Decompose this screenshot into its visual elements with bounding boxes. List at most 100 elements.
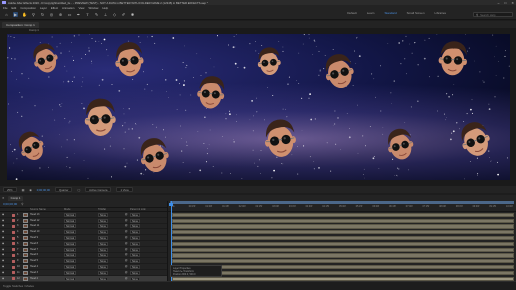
comp-breadcrumb[interactable]: Comp 1 [26, 28, 42, 33]
pick-whip-icon[interactable]: @ [125, 236, 128, 239]
blend-mode-dropdown[interactable]: Normal [64, 224, 77, 229]
parent-dropdown[interactable]: None [130, 241, 140, 246]
layer-duration-bar[interactable] [172, 264, 514, 270]
track-matte-dropdown[interactable]: None [98, 276, 108, 281]
composition-canvas[interactable] [7, 34, 510, 180]
blend-mode-dropdown[interactable]: Normal [64, 235, 77, 240]
layer-name[interactable]: Head 4 [30, 265, 38, 268]
track-matte-dropdown[interactable]: None [98, 264, 108, 269]
track-matte-dropdown[interactable]: None [98, 218, 108, 223]
blend-mode-dropdown[interactable]: Normal [64, 212, 77, 217]
rectangle-tool-icon[interactable]: ▭ [67, 12, 72, 17]
visibility-eye-icon[interactable]: ◉ [2, 242, 4, 245]
layer-duration-bar[interactable] [172, 253, 514, 258]
visibility-eye-icon[interactable]: ◉ [2, 236, 4, 239]
blend-mode-dropdown[interactable]: Normal [64, 241, 77, 246]
hand-tool-icon[interactable]: ✋ [22, 12, 27, 17]
track-matte-dropdown[interactable]: None [98, 212, 108, 217]
resolution-dropdown[interactable]: Quarter [54, 187, 73, 192]
label-color-swatch[interactable] [12, 271, 15, 275]
menu-view[interactable]: View [78, 6, 84, 10]
parent-dropdown[interactable]: None [130, 270, 140, 275]
header-parent[interactable]: Parent & Link [130, 208, 146, 211]
selection-tool-icon[interactable]: ▶ [13, 12, 18, 17]
pick-whip-icon[interactable]: @ [125, 224, 128, 227]
visibility-eye-icon[interactable]: ◉ [2, 253, 4, 256]
parent-dropdown[interactable]: None [130, 276, 140, 281]
region-of-interest-icon[interactable]: ▢ [77, 188, 80, 192]
pick-whip-icon[interactable]: @ [125, 265, 128, 268]
blend-mode-dropdown[interactable]: Normal [64, 230, 77, 235]
pick-whip-icon[interactable]: @ [125, 213, 128, 216]
parent-dropdown[interactable]: None [130, 259, 140, 264]
menu-window[interactable]: Window [88, 6, 98, 10]
time-ruler[interactable]: 0s 00:15f 01:00f 01:15f 02:00f 02:15f 03:00f 03… [168, 204, 516, 212]
label-color-swatch[interactable] [12, 230, 15, 234]
parent-dropdown[interactable]: None [130, 224, 140, 229]
layer-name[interactable]: Head 12 [30, 219, 39, 222]
layer-duration-bar[interactable] [172, 218, 514, 223]
blend-mode-dropdown[interactable]: Normal [64, 247, 77, 252]
tab-composition[interactable]: Composition: Comp 1 [2, 21, 39, 28]
layer-name[interactable]: Head 13 [30, 213, 39, 216]
blend-mode-dropdown[interactable]: Normal [64, 264, 77, 269]
parent-dropdown[interactable]: None [130, 218, 140, 223]
track-matte-dropdown[interactable]: None [98, 235, 108, 240]
puppet-tool-icon[interactable]: ✱ [130, 12, 135, 17]
visibility-eye-icon[interactable]: ◉ [2, 271, 4, 274]
visibility-eye-icon[interactable]: ◉ [2, 277, 4, 280]
grid-icon[interactable]: ▦ [22, 188, 25, 192]
eraser-tool-icon[interactable]: ◇ [112, 12, 117, 17]
layer-name[interactable]: Head 11 [30, 224, 39, 227]
visibility-eye-icon[interactable]: ◉ [2, 219, 4, 222]
visibility-eye-icon[interactable]: ◉ [2, 224, 4, 227]
workspace-standard[interactable]: Standard [384, 11, 396, 15]
parent-dropdown[interactable]: None [130, 247, 140, 252]
tab-timeline-comp[interactable]: Comp 1 [7, 195, 24, 201]
menu-layer[interactable]: Layer [40, 6, 47, 10]
track-matte-dropdown[interactable]: None [98, 259, 108, 264]
layer-name[interactable]: Head 2 [30, 277, 38, 280]
visibility-eye-icon[interactable]: ◉ [2, 259, 4, 262]
header-trkmat[interactable]: TrkMat [98, 208, 106, 211]
label-color-swatch[interactable] [12, 277, 15, 281]
workspace-learn[interactable]: Learn [367, 11, 375, 15]
layer-duration-bar[interactable] [172, 230, 514, 235]
layer-duration-bar[interactable] [172, 270, 514, 276]
workspace-libraries[interactable]: Libraries [434, 11, 446, 15]
timeline-timecode[interactable]: 0;00;00;00 [3, 202, 17, 206]
visibility-eye-icon[interactable]: ◉ [2, 230, 4, 233]
brush-tool-icon[interactable]: ✎ [94, 12, 99, 17]
layer-duration-bar[interactable] [172, 259, 514, 264]
search-layers-icon[interactable]: ⚲ [21, 202, 23, 206]
clone-stamp-tool-icon[interactable]: ⊥ [103, 12, 108, 17]
magnification-dropdown[interactable]: 25% [3, 187, 17, 192]
pan-behind-tool-icon[interactable]: ⊕ [58, 12, 63, 17]
visibility-eye-icon[interactable]: ◉ [2, 248, 4, 251]
parent-dropdown[interactable]: None [130, 212, 140, 217]
label-color-swatch[interactable] [12, 265, 15, 269]
track-matte-dropdown[interactable]: None [98, 247, 108, 252]
layer-name[interactable]: Head 3 [30, 271, 38, 274]
label-color-swatch[interactable] [12, 254, 15, 258]
header-source-name[interactable]: Source Name [30, 208, 46, 211]
label-color-swatch[interactable] [12, 259, 15, 263]
layer-name[interactable]: Head 6 [30, 253, 38, 256]
pick-whip-icon[interactable]: @ [125, 248, 128, 251]
visibility-eye-icon[interactable]: ◉ [2, 265, 4, 268]
camera-tool-icon[interactable]: ◎ [49, 12, 54, 17]
minimize-button[interactable]: – [498, 1, 500, 5]
pick-whip-icon[interactable]: @ [125, 253, 128, 256]
menu-edit[interactable]: Edit [12, 6, 17, 10]
blend-mode-dropdown[interactable]: Normal [64, 276, 77, 281]
home-icon[interactable]: ⌂ [4, 12, 9, 17]
rotate-tool-icon[interactable]: ↻ [40, 12, 45, 17]
label-color-swatch[interactable] [12, 225, 15, 229]
snapshot-icon[interactable]: ◉ [29, 188, 31, 192]
pick-whip-icon[interactable]: @ [125, 219, 128, 222]
blend-mode-dropdown[interactable]: Normal [64, 253, 77, 258]
camera-dropdown[interactable]: Active Camera [85, 187, 112, 192]
pick-whip-icon[interactable]: @ [125, 242, 128, 245]
menu-effect[interactable]: Effect [51, 6, 58, 10]
toggle-switches-modes[interactable]: Toggle Switches / Modes [3, 284, 34, 288]
